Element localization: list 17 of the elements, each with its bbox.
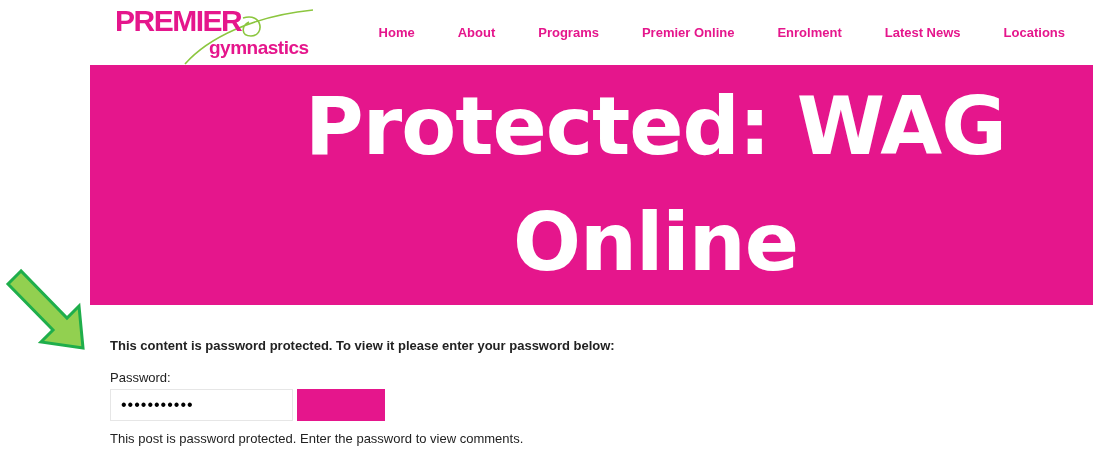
nav-link[interactable]: Locations <box>1003 22 1065 43</box>
nav-link[interactable]: Programs <box>538 22 599 43</box>
nav-link[interactable]: Premier Online <box>641 22 735 43</box>
password-field[interactable]: ••••••••••• <box>110 389 293 421</box>
arrow-icon <box>5 268 85 352</box>
logo-text: PREMIER <box>115 6 242 36</box>
logo-text: gymnastics <box>209 38 309 57</box>
nav-link[interactable]: About <box>457 22 496 43</box>
logo[interactable]: PREMIER gymnastics <box>113 0 323 65</box>
notice-text: This content is password protected. To view it please enter your password below: <box>110 337 616 355</box>
nav-link[interactable]: Latest News <box>884 22 961 43</box>
nav-link[interactable]: Home <box>378 22 415 43</box>
field-label: Password: <box>110 368 172 387</box>
page-title: Protected: WAG Online <box>304 79 1007 291</box>
comments-note: This post is password protected. Enter the password to view comments. <box>110 431 525 447</box>
nav-link[interactable]: Enrolment <box>777 22 842 43</box>
submit-button[interactable] <box>297 389 385 421</box>
